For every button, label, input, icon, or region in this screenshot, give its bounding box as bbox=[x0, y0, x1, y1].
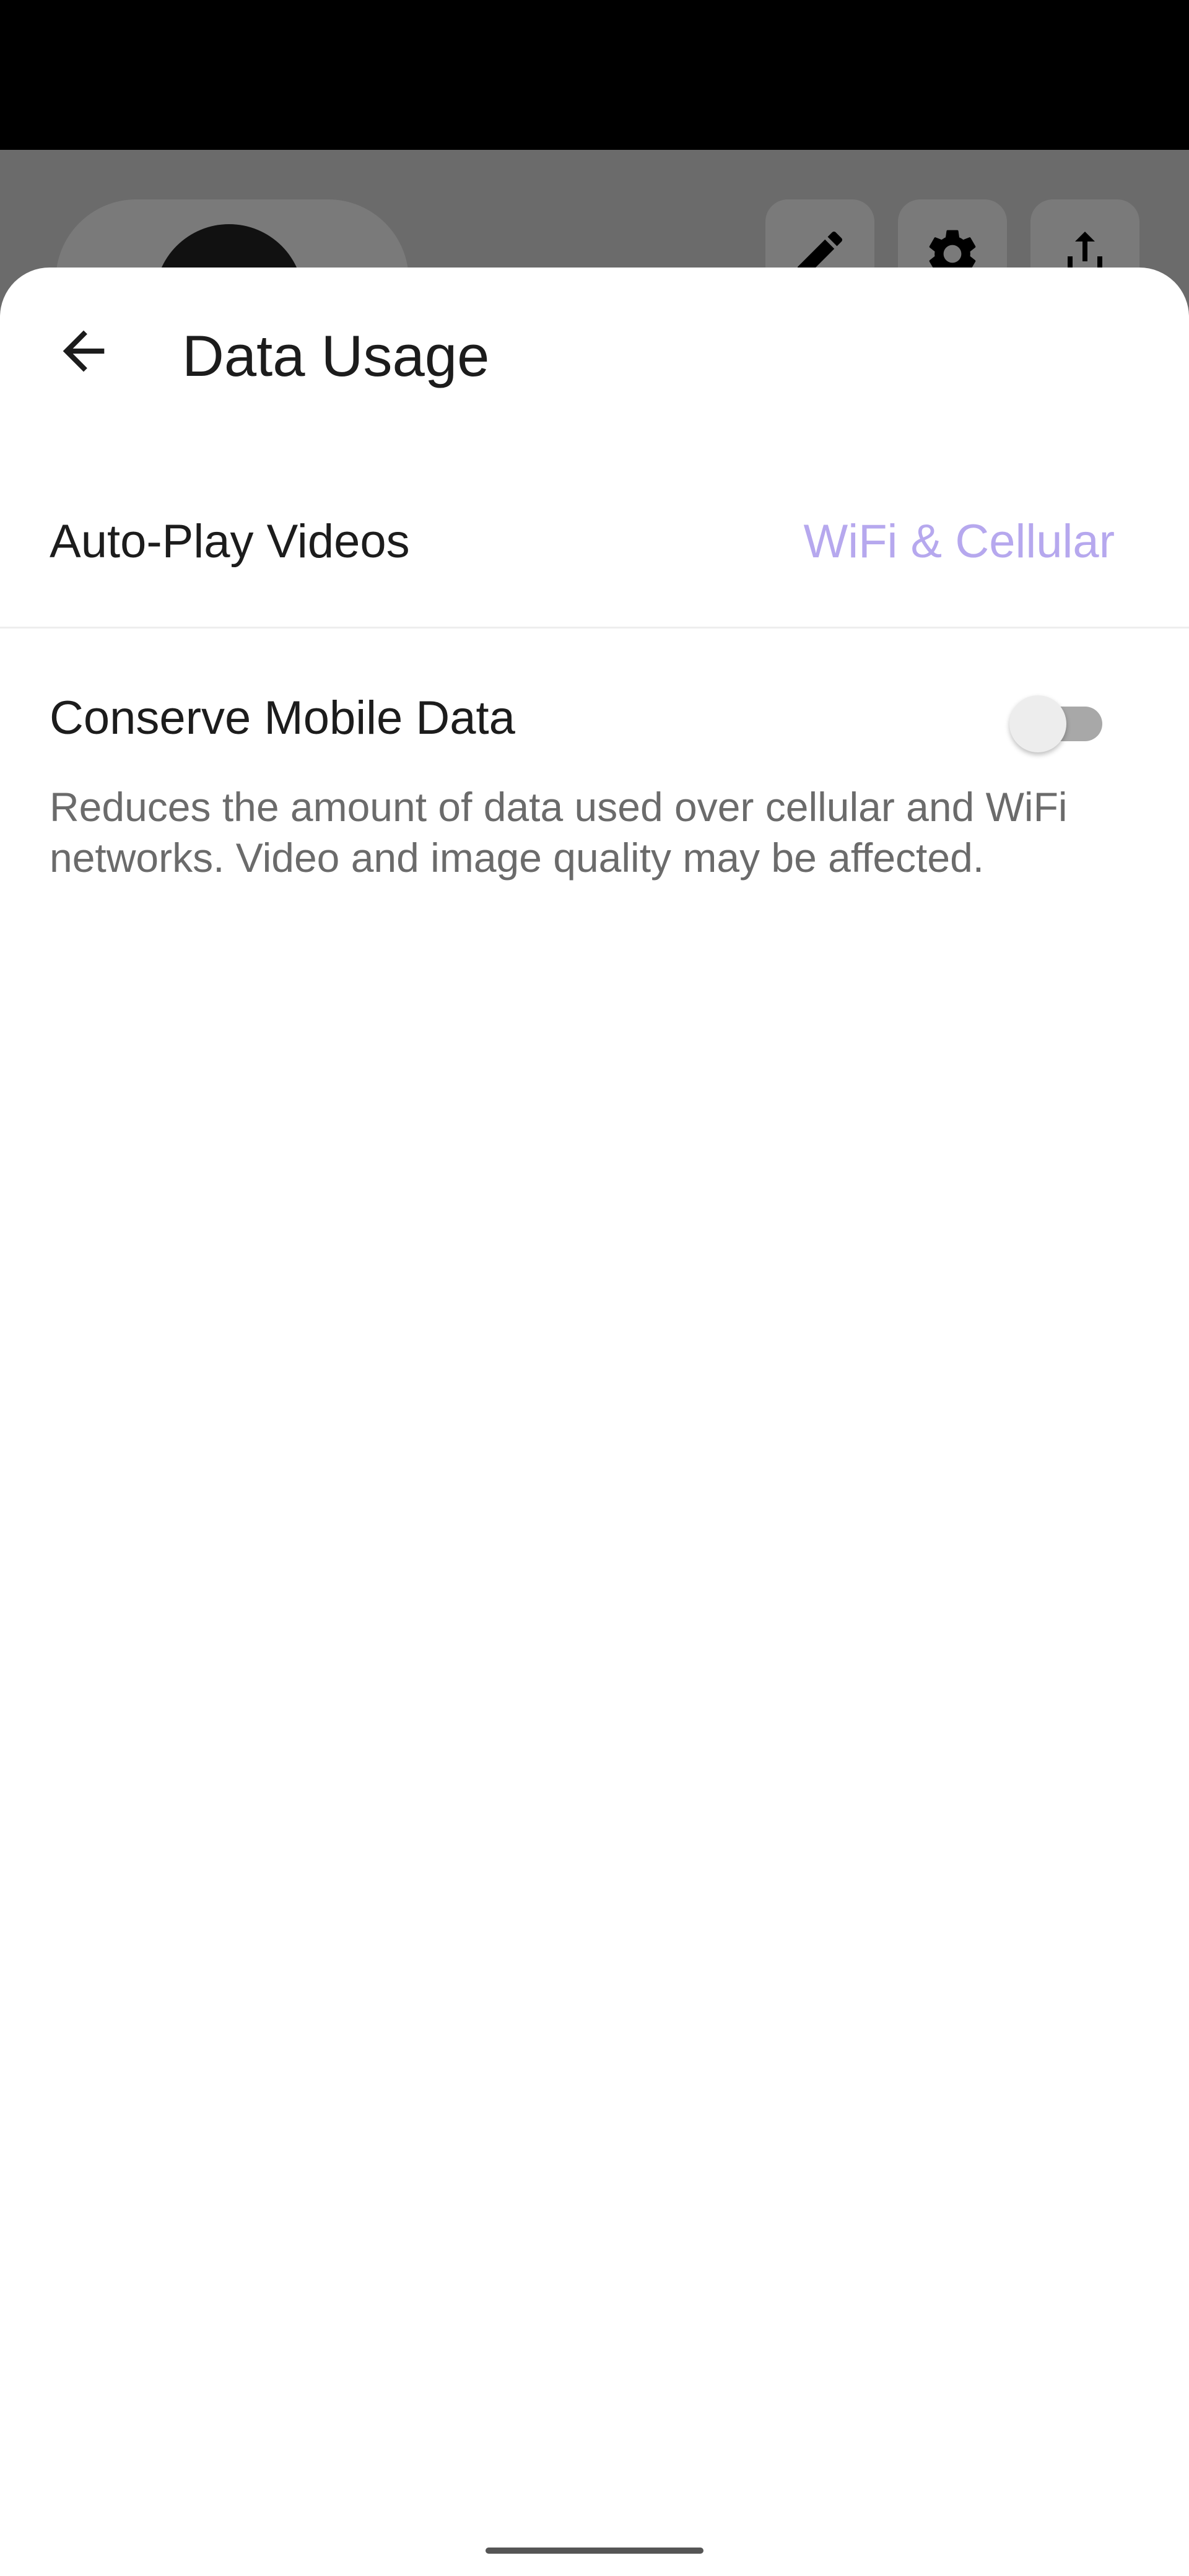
back-button[interactable] bbox=[37, 305, 130, 398]
autoplay-videos-label: Auto-Play Videos bbox=[50, 515, 410, 568]
autoplay-videos-value[interactable]: WiFi & Cellular bbox=[804, 514, 1115, 570]
arrow-back-icon bbox=[63, 330, 105, 372]
toggle-knob bbox=[1009, 695, 1066, 752]
autoplay-videos-setting[interactable]: Auto-Play Videos WiFi & Cellular bbox=[0, 453, 1189, 629]
status-bar bbox=[0, 0, 1189, 150]
sheet-header: Data Usage bbox=[0, 268, 1189, 441]
page-title: Data Usage bbox=[182, 323, 490, 388]
gesture-nav-handle[interactable] bbox=[486, 2548, 703, 2554]
conserve-mobile-data-description: Reduces the amount of data used over cel… bbox=[50, 784, 1068, 881]
conserve-mobile-data-label: Conserve Mobile Data bbox=[50, 692, 515, 744]
conserve-mobile-data-toggle[interactable] bbox=[1009, 689, 1108, 752]
data-usage-sheet: Data Usage Auto-Play Videos WiFi & Cellu… bbox=[0, 268, 1189, 2576]
